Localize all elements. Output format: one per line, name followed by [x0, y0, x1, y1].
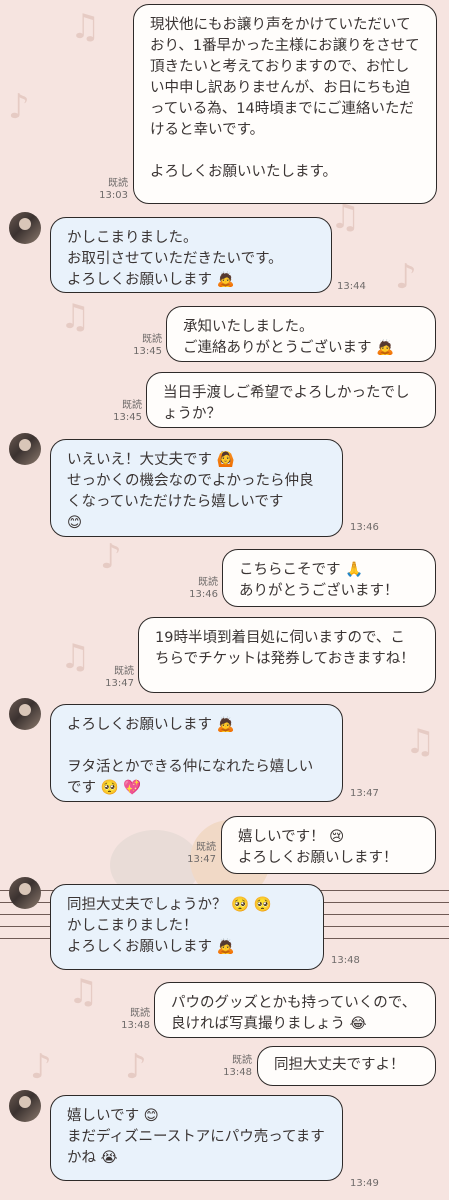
incoming-message[interactable]: いえいえ！大丈夫です 🙆 せっかくの機会なのでよかったら仲良くなっていただけたら… — [50, 439, 343, 537]
read-receipt: 既読 13:03 — [99, 178, 128, 201]
read-receipt: 既読 13:45 — [133, 334, 162, 357]
read-receipt: 既読 13:45 — [113, 400, 142, 423]
music-note-icon: ♪ — [395, 257, 417, 297]
message-time: 13:48 — [331, 955, 360, 966]
music-note-icon: ♫ — [60, 637, 91, 677]
read-receipt: 既読 13:46 — [189, 577, 218, 600]
music-note-icon: ♫ — [68, 972, 99, 1012]
avatar[interactable] — [9, 212, 41, 244]
outgoing-message[interactable]: 同担大丈夫ですよ！ — [257, 1046, 436, 1086]
read-receipt: 既読 13:48 — [121, 1008, 150, 1031]
outgoing-message[interactable]: 承知いたしました。 ご連絡ありがとうございます 🙇 — [166, 306, 436, 362]
music-note-icon: ♪ — [100, 537, 122, 577]
music-note-icon: ♫ — [70, 7, 101, 47]
music-note-icon: ♫ — [60, 297, 91, 337]
music-note-icon: ♪ — [30, 1047, 52, 1087]
music-note-icon: ♫ — [330, 197, 361, 237]
read-receipt: 既読 13:47 — [187, 842, 216, 865]
avatar[interactable] — [9, 1090, 41, 1122]
incoming-message[interactable]: 同担大丈夫でしょうか？ 🥺 🥺 かしこまりました！ よろしくお願いします 🙇 — [50, 884, 324, 970]
music-note-icon: ♫ — [405, 722, 436, 762]
incoming-message[interactable]: よろしくお願いします 🙇 ヲタ活とかできる仲になれたら嬉しいです 🥺 💖 — [50, 704, 343, 802]
avatar[interactable] — [9, 698, 41, 730]
avatar[interactable] — [9, 877, 41, 909]
message-time: 13:44 — [337, 281, 366, 292]
avatar[interactable] — [9, 433, 41, 465]
outgoing-message[interactable]: パウのグッズとかも持っていくので、良ければ写真撮りましょう 😂 — [154, 982, 436, 1038]
read-receipt: 既読 13:47 — [105, 666, 134, 689]
read-receipt: 既読 13:48 — [223, 1055, 252, 1078]
message-time: 13:46 — [350, 522, 379, 533]
outgoing-message[interactable]: 当日手渡しご希望でよろしかったでしょうか？ — [146, 372, 436, 428]
message-time: 13:49 — [350, 1178, 379, 1189]
music-note-icon: ♪ — [125, 1047, 147, 1087]
message-time: 13:47 — [350, 788, 379, 799]
incoming-message[interactable]: かしこまりました。 お取引させていただきたいです。 よろしくお願いします 🙇 — [50, 217, 332, 293]
outgoing-message[interactable]: 嬉しいです！ 😢 よろしくお願いします！ — [221, 816, 436, 874]
outgoing-message[interactable]: こちらこそです 🙏 ありがとうございます！ — [222, 549, 436, 607]
outgoing-message[interactable]: 19時半頃到着目処に伺いますので、こちらでチケットは発券しておきますね！ — [138, 617, 436, 693]
incoming-message[interactable]: 嬉しいです 😊 まだディズニーストアにパウ売ってますかね 😭 — [50, 1095, 343, 1181]
music-note-icon: ♪ — [8, 87, 30, 127]
outgoing-message[interactable]: 現状他にもお譲り声をかけていただいており、1番早かった主様にお譲りをさせて頂きた… — [133, 4, 437, 204]
